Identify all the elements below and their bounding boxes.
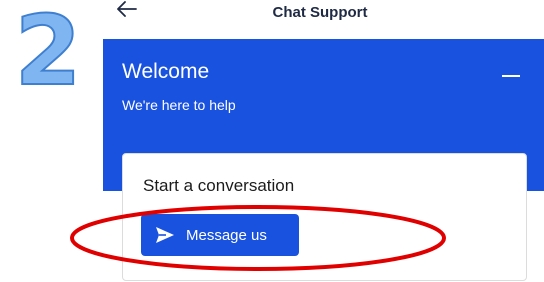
message-us-label: Message us bbox=[186, 227, 267, 244]
minimize-button[interactable] bbox=[496, 60, 526, 88]
message-us-button[interactable]: Message us bbox=[141, 214, 299, 256]
step-number: 2 bbox=[15, 2, 82, 94]
banner-title: Welcome bbox=[122, 60, 210, 83]
step-number-annotation: 2 bbox=[14, 2, 83, 94]
back-button[interactable] bbox=[116, 0, 138, 18]
banner-subtitle: We're here to help bbox=[122, 97, 236, 113]
page-title: Chat Support bbox=[272, 4, 368, 21]
card-title: Start a conversation bbox=[143, 176, 295, 195]
arrow-left-icon bbox=[117, 1, 137, 17]
send-icon bbox=[156, 227, 174, 243]
